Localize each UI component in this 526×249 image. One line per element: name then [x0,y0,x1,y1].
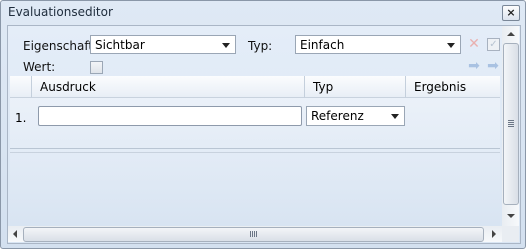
row-number: 1. [15,111,27,125]
divider [10,148,500,149]
chevron-down-icon [391,114,399,119]
eigenschaft-value: Sichtbar [95,38,145,52]
chevron-down-icon [222,43,230,48]
title-bar[interactable]: Evaluationseditor × [1,1,525,23]
row-typ-dropdown[interactable]: Referenz [306,106,405,126]
scroll-right-icon[interactable] [492,230,496,238]
scroll-up-icon[interactable] [507,32,515,36]
delete-icon[interactable]: ✕ [466,36,482,52]
column-header-ergebnis[interactable]: Ergebnis [406,76,500,98]
horizontal-scroll-thumb[interactable] [23,227,484,242]
eigenschaft-dropdown[interactable]: Sichtbar [90,35,236,54]
typ-value: Einfach [300,38,345,52]
arrow-left-icon[interactable]: ➡ [466,58,482,74]
typ-dropdown[interactable]: Einfach [295,35,461,54]
editor-panel: Eigenschaft Sichtbar Typ: Einfach ✕ ✓ We… [7,25,521,244]
row-header-corner [10,76,32,98]
scrollbar-corner [502,226,519,242]
eigenschaft-label: Eigenschaft [23,39,94,53]
arrow-right-icon[interactable]: ➡ [485,58,501,74]
wert-checkbox[interactable] [90,61,103,74]
vertical-scroll-thumb[interactable] [503,43,519,205]
row-typ-value: Referenz [311,109,364,123]
scroll-down-icon[interactable] [507,214,515,218]
typ-label: Typ: [248,39,273,53]
wert-label: Wert: [23,60,56,74]
close-button[interactable]: × [502,5,520,21]
check-icon[interactable]: ✓ [485,36,501,52]
chevron-down-icon [447,43,455,48]
column-header-typ[interactable]: Typ [305,76,406,98]
column-header-ausdruck[interactable]: Ausdruck [32,76,305,98]
vertical-scrollbar[interactable] [502,26,519,226]
scroll-left-icon[interactable] [13,230,17,238]
window-title: Evaluationseditor [8,5,113,19]
divider [10,152,500,153]
evaluation-editor-window: Evaluationseditor × Eigenschaft Sichtbar… [0,0,526,249]
expression-grid: Ausdruck Typ Ergebnis 1. Referenz [10,76,500,226]
ausdruck-input[interactable] [38,106,302,126]
horizontal-scrollbar[interactable] [8,226,502,242]
